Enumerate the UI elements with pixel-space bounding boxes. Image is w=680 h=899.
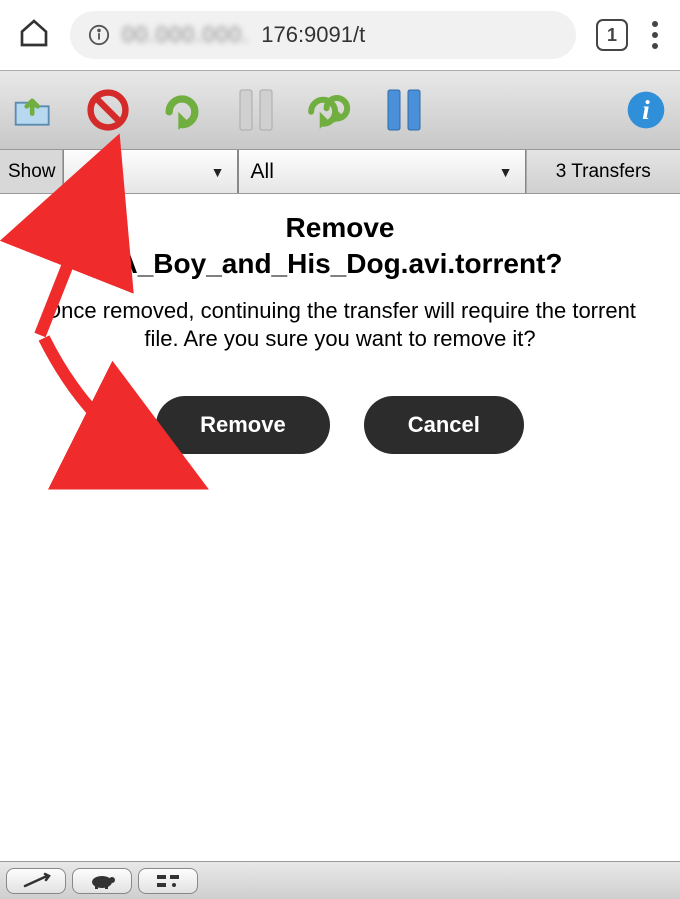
filter-bar: Show ▼ All ▼ 3 Transfers	[0, 150, 680, 194]
remove-button[interactable]: Remove	[156, 396, 330, 454]
info-button[interactable]: i	[622, 86, 670, 134]
filter-status-select[interactable]: ▼	[63, 150, 238, 193]
open-torrent-button[interactable]	[10, 86, 58, 134]
pause-button[interactable]	[232, 86, 280, 134]
dialog-title: Remove A_Boy_and_His_Dog.avi.torrent?	[30, 210, 650, 283]
resume-all-button[interactable]	[306, 86, 354, 134]
bottom-toolbar	[0, 861, 680, 899]
dialog-body: Once removed, continuing the transfer wi…	[30, 297, 650, 354]
home-icon[interactable]	[18, 17, 50, 54]
url-input[interactable]: 00.000.000. 176:9091/t	[70, 11, 576, 59]
url-obscured: 00.000.000.	[122, 22, 249, 48]
compact-view-button[interactable]	[138, 868, 198, 894]
turtle-mode-button[interactable]	[72, 868, 132, 894]
browser-url-bar: 00.000.000. 176:9091/t 1	[0, 0, 680, 70]
url-visible: 176:9091/t	[261, 22, 365, 48]
filter-all-select[interactable]: All ▼	[238, 150, 526, 193]
info-icon	[88, 24, 110, 46]
app-toolbar: i	[0, 70, 680, 150]
chevron-down-icon: ▼	[211, 164, 225, 180]
pause-all-button[interactable]	[380, 86, 428, 134]
transfer-count: 3 Transfers	[526, 150, 680, 193]
settings-button[interactable]	[6, 868, 66, 894]
chevron-down-icon: ▼	[499, 164, 513, 180]
show-label: Show	[0, 150, 63, 193]
resume-button[interactable]	[158, 86, 206, 134]
confirm-dialog: Remove A_Boy_and_His_Dog.avi.torrent? On…	[0, 194, 680, 470]
svg-text:i: i	[642, 94, 650, 125]
tab-count-button[interactable]: 1	[596, 19, 628, 51]
cancel-button[interactable]: Cancel	[364, 396, 524, 454]
remove-torrent-button[interactable]	[84, 86, 132, 134]
overflow-menu-icon[interactable]	[648, 17, 662, 53]
